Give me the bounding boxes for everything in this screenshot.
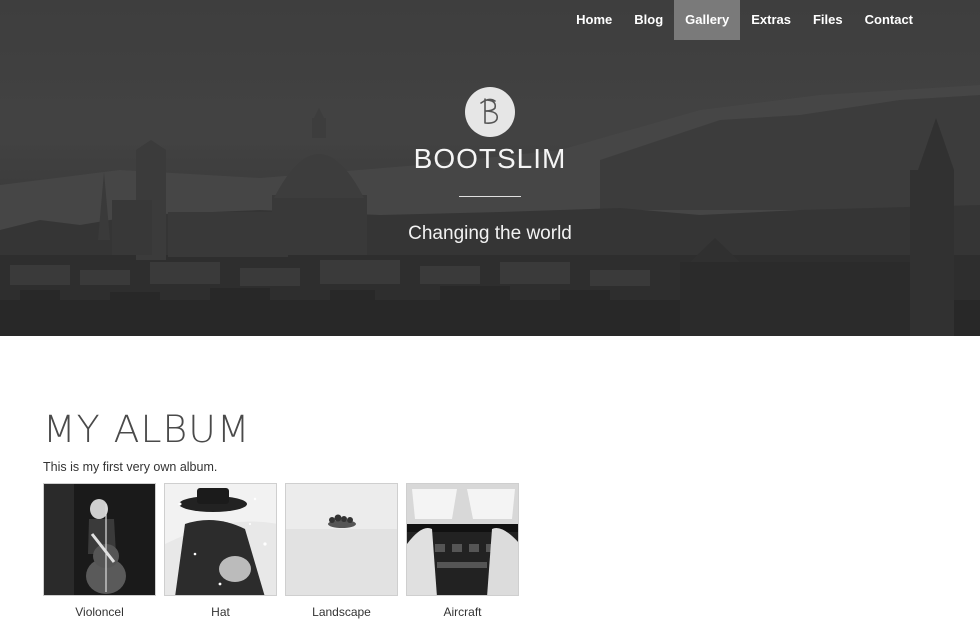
site-title: BOOTSLIM [413,143,567,174]
photo-card[interactable]: Landscape [285,483,398,619]
cellist-photo[interactable] [43,483,156,596]
photo-card[interactable]: Hat [164,483,277,619]
photo-caption: Aircraft [443,605,482,619]
album-description: This is my first very own album. [43,460,218,474]
photo-caption: Violoncel [75,605,124,619]
album-section: MY ALBUM This is my first very own album… [43,408,943,619]
nav-home[interactable]: Home [565,0,623,40]
hero-banner: Home Blog Gallery Extras Files Contact B… [0,0,980,336]
nav-gallery[interactable]: Gallery [674,0,741,40]
top-navigation: Home Blog Gallery Extras Files Contact [565,0,924,40]
title-divider [459,196,521,197]
album-title: MY ALBUM [43,408,251,451]
bootslim-logo-icon[interactable] [465,87,515,137]
photo-card[interactable]: Aircraft [406,483,519,619]
nav-contact[interactable]: Contact [854,0,924,40]
nav-files[interactable]: Files [802,0,854,40]
site-tagline: Changing the world [408,223,572,244]
cockpit-photo[interactable] [406,483,519,596]
photo-caption: Hat [211,605,230,619]
photo-grid: Violoncel Hat Landscape Aircraft [43,483,943,619]
photo-caption: Landscape [312,605,371,619]
nav-blog[interactable]: Blog [623,0,674,40]
landscape-photo[interactable] [285,483,398,596]
nav-extras[interactable]: Extras [740,0,802,40]
photo-card[interactable]: Violoncel [43,483,156,619]
hat-man-photo[interactable] [164,483,277,596]
